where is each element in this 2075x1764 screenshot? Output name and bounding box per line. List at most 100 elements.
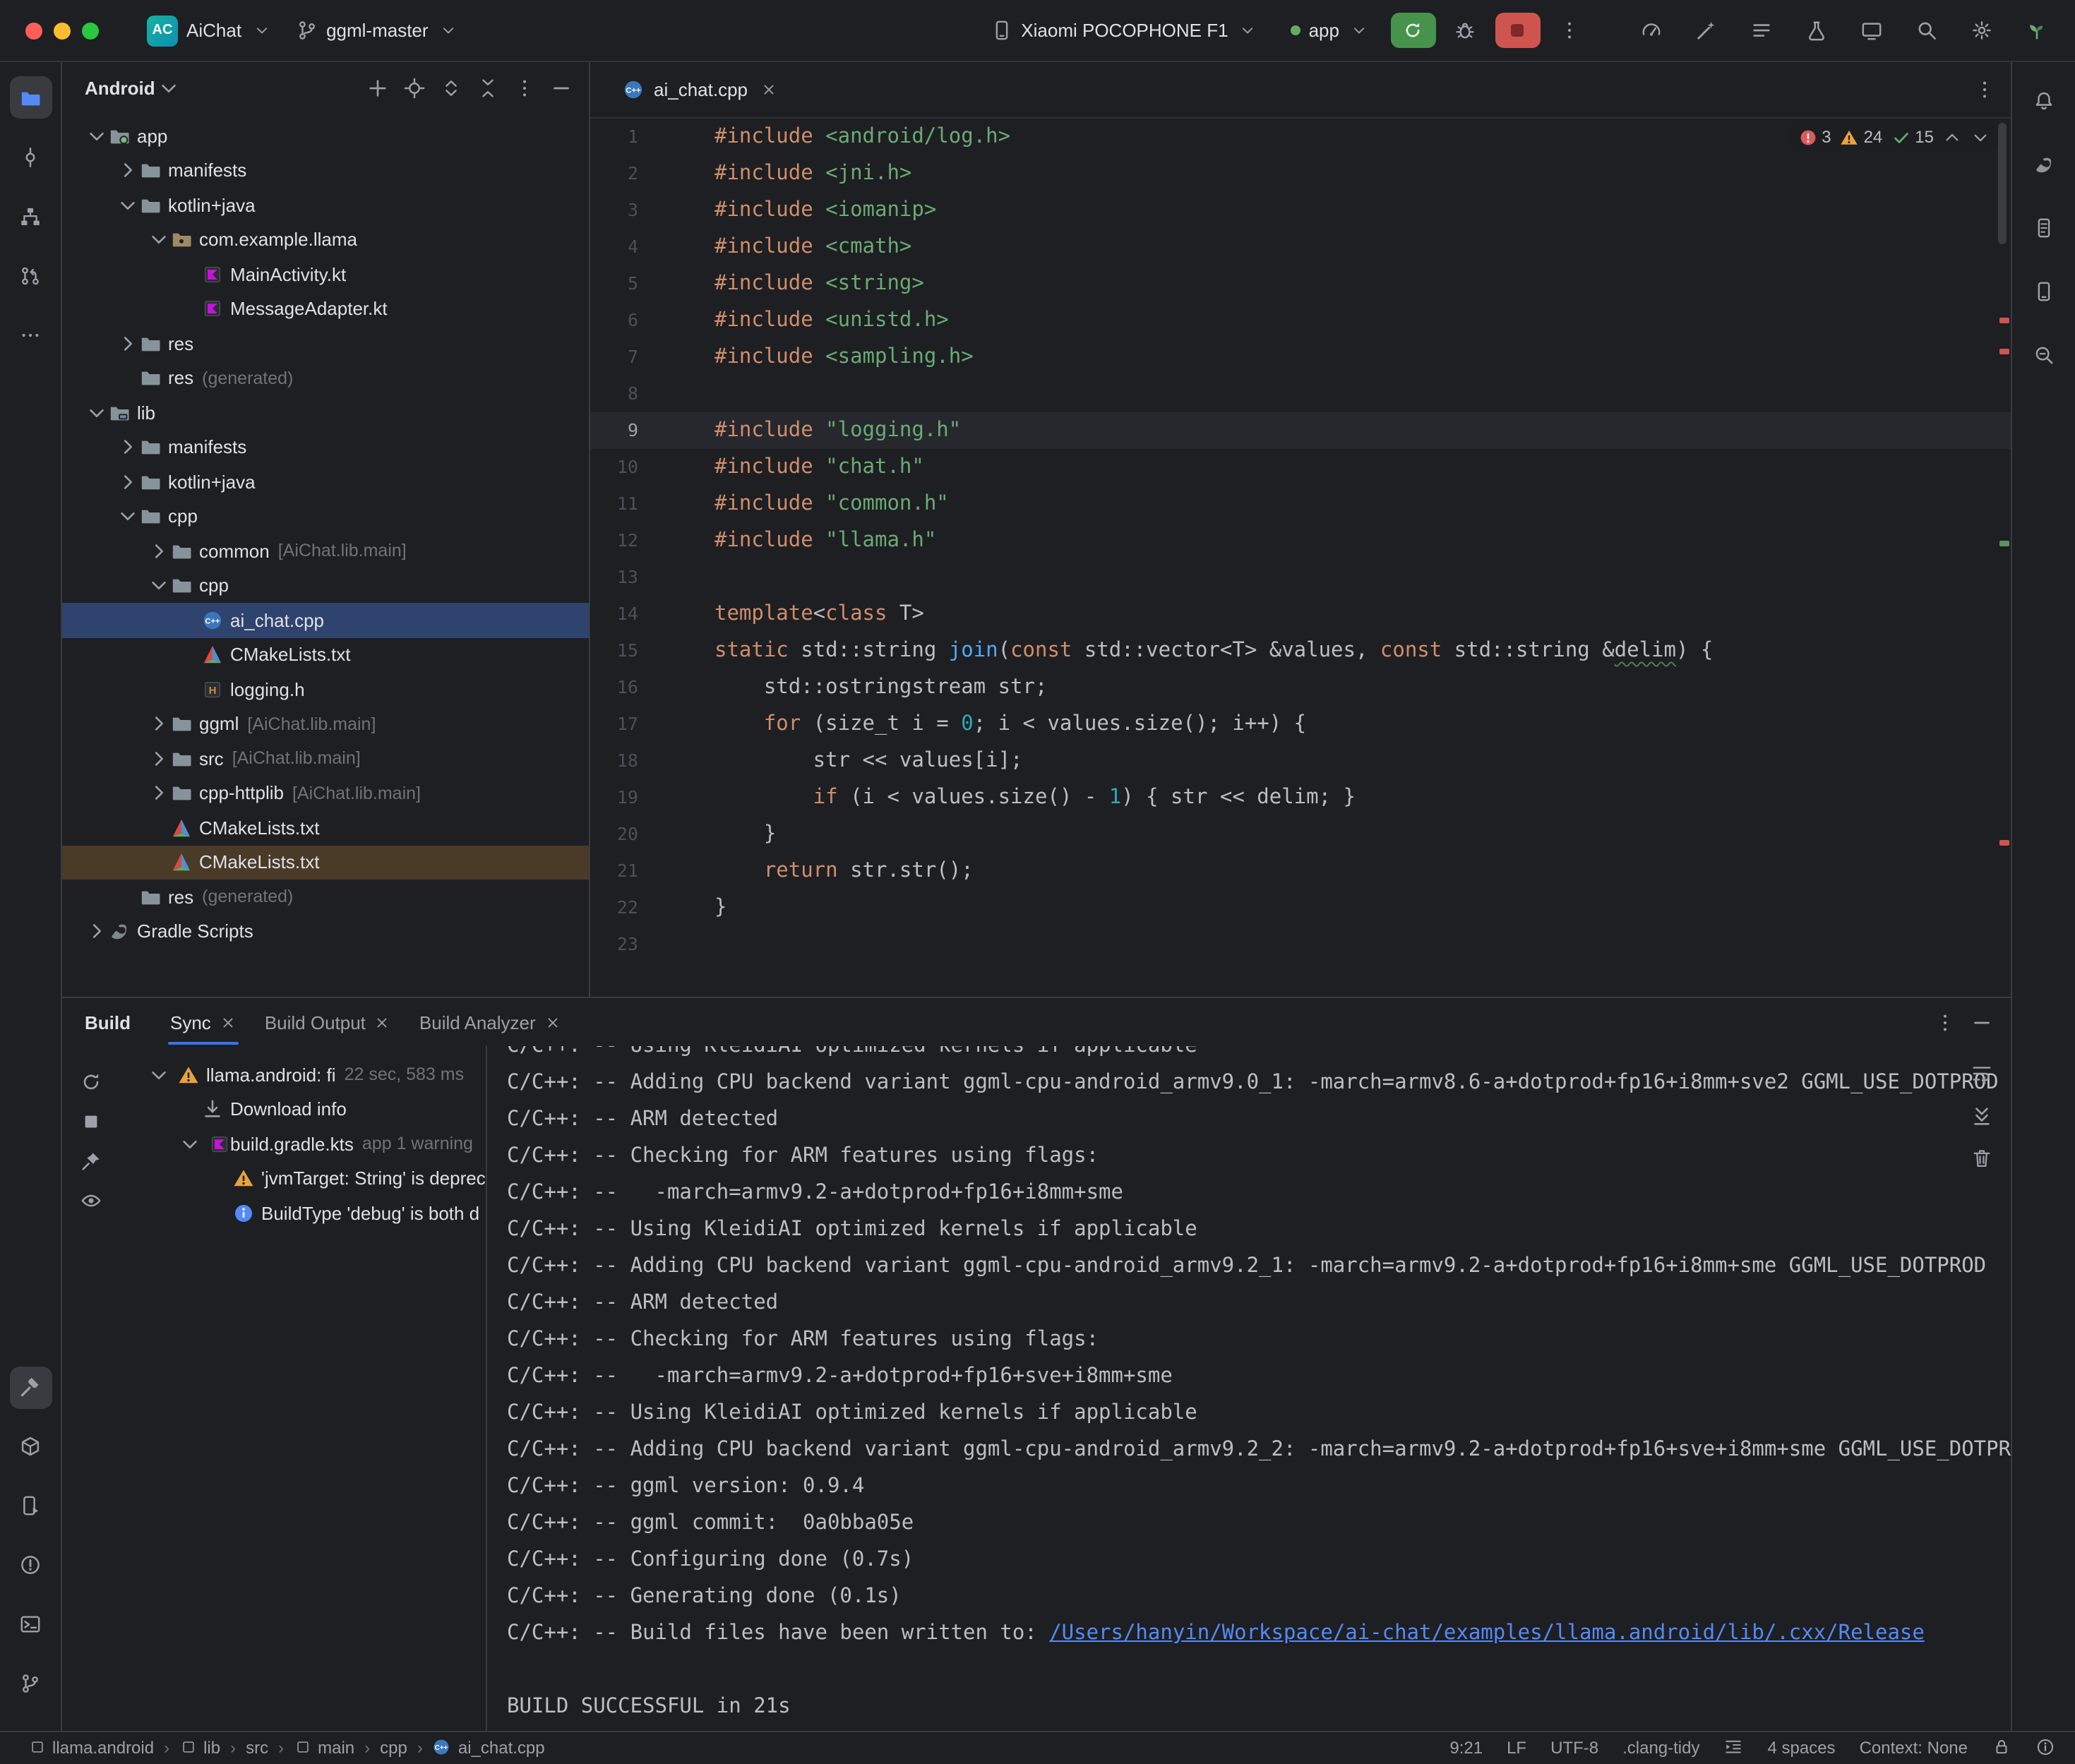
code-text[interactable]: #include <iomanip> bbox=[714, 192, 936, 229]
line-number[interactable]: 22 bbox=[590, 889, 638, 926]
plus-button[interactable] bbox=[360, 71, 394, 104]
code-text[interactable]: str << values[i]; bbox=[714, 743, 1023, 779]
line-number[interactable]: 10 bbox=[590, 449, 638, 486]
code-line-10[interactable]: 10#include "chat.h" bbox=[590, 449, 2010, 486]
code-text[interactable]: #include <sampling.h> bbox=[714, 339, 974, 376]
code-text[interactable]: #include <cmath> bbox=[714, 229, 911, 265]
device-selector[interactable]: Xiaomi POCOPHONE F1 bbox=[979, 13, 1270, 47]
code-text[interactable]: for (size_t i = 0; i < values.size(); i+… bbox=[714, 706, 1306, 743]
trash-button[interactable] bbox=[1966, 1145, 1997, 1170]
tree-item-manifests[interactable]: manifests bbox=[62, 153, 589, 188]
tree-item-res[interactable]: res(generated) bbox=[62, 361, 589, 395]
branch-widget[interactable]: ggml-master bbox=[284, 13, 471, 47]
settings-button[interactable] bbox=[1961, 11, 2003, 50]
tree-item-common[interactable]: common[AiChat.lib.main] bbox=[62, 534, 589, 568]
build-console[interactable]: C/C++: -- Using KleidiAI optimized kerne… bbox=[487, 1046, 2010, 1730]
build-output-path-link[interactable]: /Users/hanyin/Workspace/ai-chat/examples… bbox=[1049, 1622, 1925, 1645]
build-variants-tool-button[interactable] bbox=[9, 1425, 52, 1468]
terminal-tool-button[interactable] bbox=[9, 1603, 52, 1645]
scroll-end-button[interactable] bbox=[1966, 1103, 1997, 1128]
breadcrumb-item[interactable]: llama.android bbox=[28, 1738, 154, 1758]
chevron-right-icon[interactable] bbox=[116, 332, 138, 355]
line-number[interactable]: 9 bbox=[590, 412, 638, 449]
line-number[interactable]: 16 bbox=[590, 669, 638, 706]
editor-options-icon[interactable] bbox=[1973, 78, 1996, 101]
code-line-9[interactable]: 9#include "logging.h" bbox=[590, 412, 2010, 449]
chevron-right-icon[interactable] bbox=[147, 713, 169, 736]
project-tool-button[interactable] bbox=[9, 76, 52, 119]
code-text[interactable]: return str.str(); bbox=[714, 853, 974, 889]
tree-item-res[interactable]: res bbox=[62, 326, 589, 361]
tree-item-kotlin-java[interactable]: kotlin+java bbox=[62, 188, 589, 222]
eye-button[interactable] bbox=[73, 1187, 107, 1213]
line-number[interactable]: 1 bbox=[590, 119, 638, 155]
next-issue-icon[interactable] bbox=[1971, 127, 1990, 147]
status-widget-4-spaces[interactable]: 4 spaces bbox=[1768, 1738, 1836, 1758]
code-text[interactable]: #include <unistd.h> bbox=[714, 302, 949, 339]
line-number[interactable]: 11 bbox=[590, 486, 638, 522]
device-mirroring-button[interactable] bbox=[1850, 11, 1893, 50]
line-number[interactable]: 20 bbox=[590, 816, 638, 853]
code-line-17[interactable]: 17 for (size_t i = 0; i < values.size();… bbox=[590, 706, 2010, 743]
chevron-down-icon[interactable] bbox=[147, 575, 169, 597]
code-text[interactable]: if (i < values.size() - 1) { str << deli… bbox=[714, 779, 1356, 816]
code-line-18[interactable]: 18 str << values[i]; bbox=[590, 743, 2010, 779]
build-window-title[interactable]: Build bbox=[85, 1012, 131, 1033]
search-button[interactable] bbox=[1906, 11, 1948, 50]
build-tree-item[interactable]: build.gradle.ktsapp 1 warning bbox=[119, 1127, 486, 1161]
build-tree-item[interactable]: 'jvmTarget: String' is deprec bbox=[119, 1161, 486, 1196]
status-info-circle-widget[interactable] bbox=[2035, 1738, 2055, 1758]
inspections-widget[interactable]: 3 24 15 bbox=[1789, 124, 1999, 150]
code-line-3[interactable]: 3#include <iomanip> bbox=[590, 192, 2010, 229]
close-tab-icon[interactable] bbox=[760, 81, 777, 98]
more-run-actions-button[interactable] bbox=[1548, 11, 1591, 50]
breadcrumb-item[interactable]: main bbox=[294, 1738, 354, 1758]
code-line-19[interactable]: 19 if (i < values.size() - 1) { str << d… bbox=[590, 779, 2010, 816]
line-number[interactable]: 17 bbox=[590, 706, 638, 743]
code-line-5[interactable]: 5#include <string> bbox=[590, 265, 2010, 302]
tree-item-ai-chat-cpp[interactable]: C++ai_chat.cpp bbox=[62, 603, 589, 637]
build-tab-build-output[interactable]: Build Output bbox=[253, 1004, 402, 1040]
tree-item-src[interactable]: src[AiChat.lib.main] bbox=[62, 741, 589, 776]
tree-item-cmakelists-txt[interactable]: CMakeLists.txt bbox=[62, 845, 589, 880]
hide-build-window-icon[interactable] bbox=[1971, 1011, 1993, 1033]
code-line-14[interactable]: 14template<class T> bbox=[590, 596, 2010, 632]
line-number[interactable]: 7 bbox=[590, 339, 638, 376]
close-tab-icon[interactable] bbox=[220, 1014, 237, 1031]
status-widget-utf-8[interactable]: UTF-8 bbox=[1550, 1738, 1598, 1758]
code-line-4[interactable]: 4 #include <cmath> bbox=[590, 229, 2010, 265]
code-line-22[interactable]: 22} bbox=[590, 889, 2010, 926]
tree-item-cpp[interactable]: cpp bbox=[62, 568, 589, 603]
tree-item-app[interactable]: app bbox=[62, 119, 589, 153]
build-tab-build-analyzer[interactable]: Build Analyzer bbox=[408, 1004, 573, 1040]
line-number[interactable]: 12 bbox=[590, 522, 638, 559]
tree-item-cpp[interactable]: cpp bbox=[62, 499, 589, 534]
code-line-12[interactable]: 12#include "llama.h" bbox=[590, 522, 2010, 559]
line-number[interactable]: 13 bbox=[590, 559, 638, 596]
chevron-down-icon[interactable] bbox=[116, 505, 138, 528]
line-number[interactable]: 14 bbox=[590, 596, 638, 632]
code-line-7[interactable]: 7 #include <sampling.h> bbox=[590, 339, 2010, 376]
code-text[interactable]: static std::string join(const std::vecto… bbox=[714, 632, 1713, 669]
code-text[interactable]: #include <string> bbox=[714, 265, 924, 302]
line-number[interactable]: 18 bbox=[590, 743, 638, 779]
breadcrumb-item[interactable]: C++ai_chat.cpp bbox=[433, 1738, 545, 1758]
git-tool-button[interactable] bbox=[9, 1662, 52, 1705]
build-tab-sync[interactable]: Sync bbox=[159, 1004, 248, 1040]
code-line-8[interactable]: 8 bbox=[590, 376, 2010, 412]
chevron-down-icon[interactable] bbox=[147, 1064, 169, 1086]
project-view-selector[interactable]: Android bbox=[85, 77, 155, 98]
code-line-6[interactable]: 6#include <unistd.h> bbox=[590, 302, 2010, 339]
chevron-down-icon[interactable] bbox=[147, 229, 169, 251]
build-tree-item[interactable]: BuildType 'debug' is both d bbox=[119, 1196, 486, 1230]
code-text[interactable]: #include <jni.h> bbox=[714, 155, 911, 192]
line-number[interactable]: 4 bbox=[590, 229, 638, 265]
chevron-down-icon[interactable] bbox=[85, 125, 107, 148]
tree-item-mainactivity-kt[interactable]: MainActivity.kt bbox=[62, 257, 589, 292]
tree-item-lib[interactable]: lib bbox=[62, 395, 589, 430]
locate-button[interactable] bbox=[397, 71, 431, 104]
breadcrumb-item[interactable]: cpp bbox=[380, 1738, 407, 1758]
chevron-right-icon[interactable] bbox=[147, 748, 169, 770]
code-text[interactable]: std::ostringstream str; bbox=[714, 669, 1047, 706]
build-tree-item[interactable]: Download info bbox=[119, 1092, 486, 1127]
